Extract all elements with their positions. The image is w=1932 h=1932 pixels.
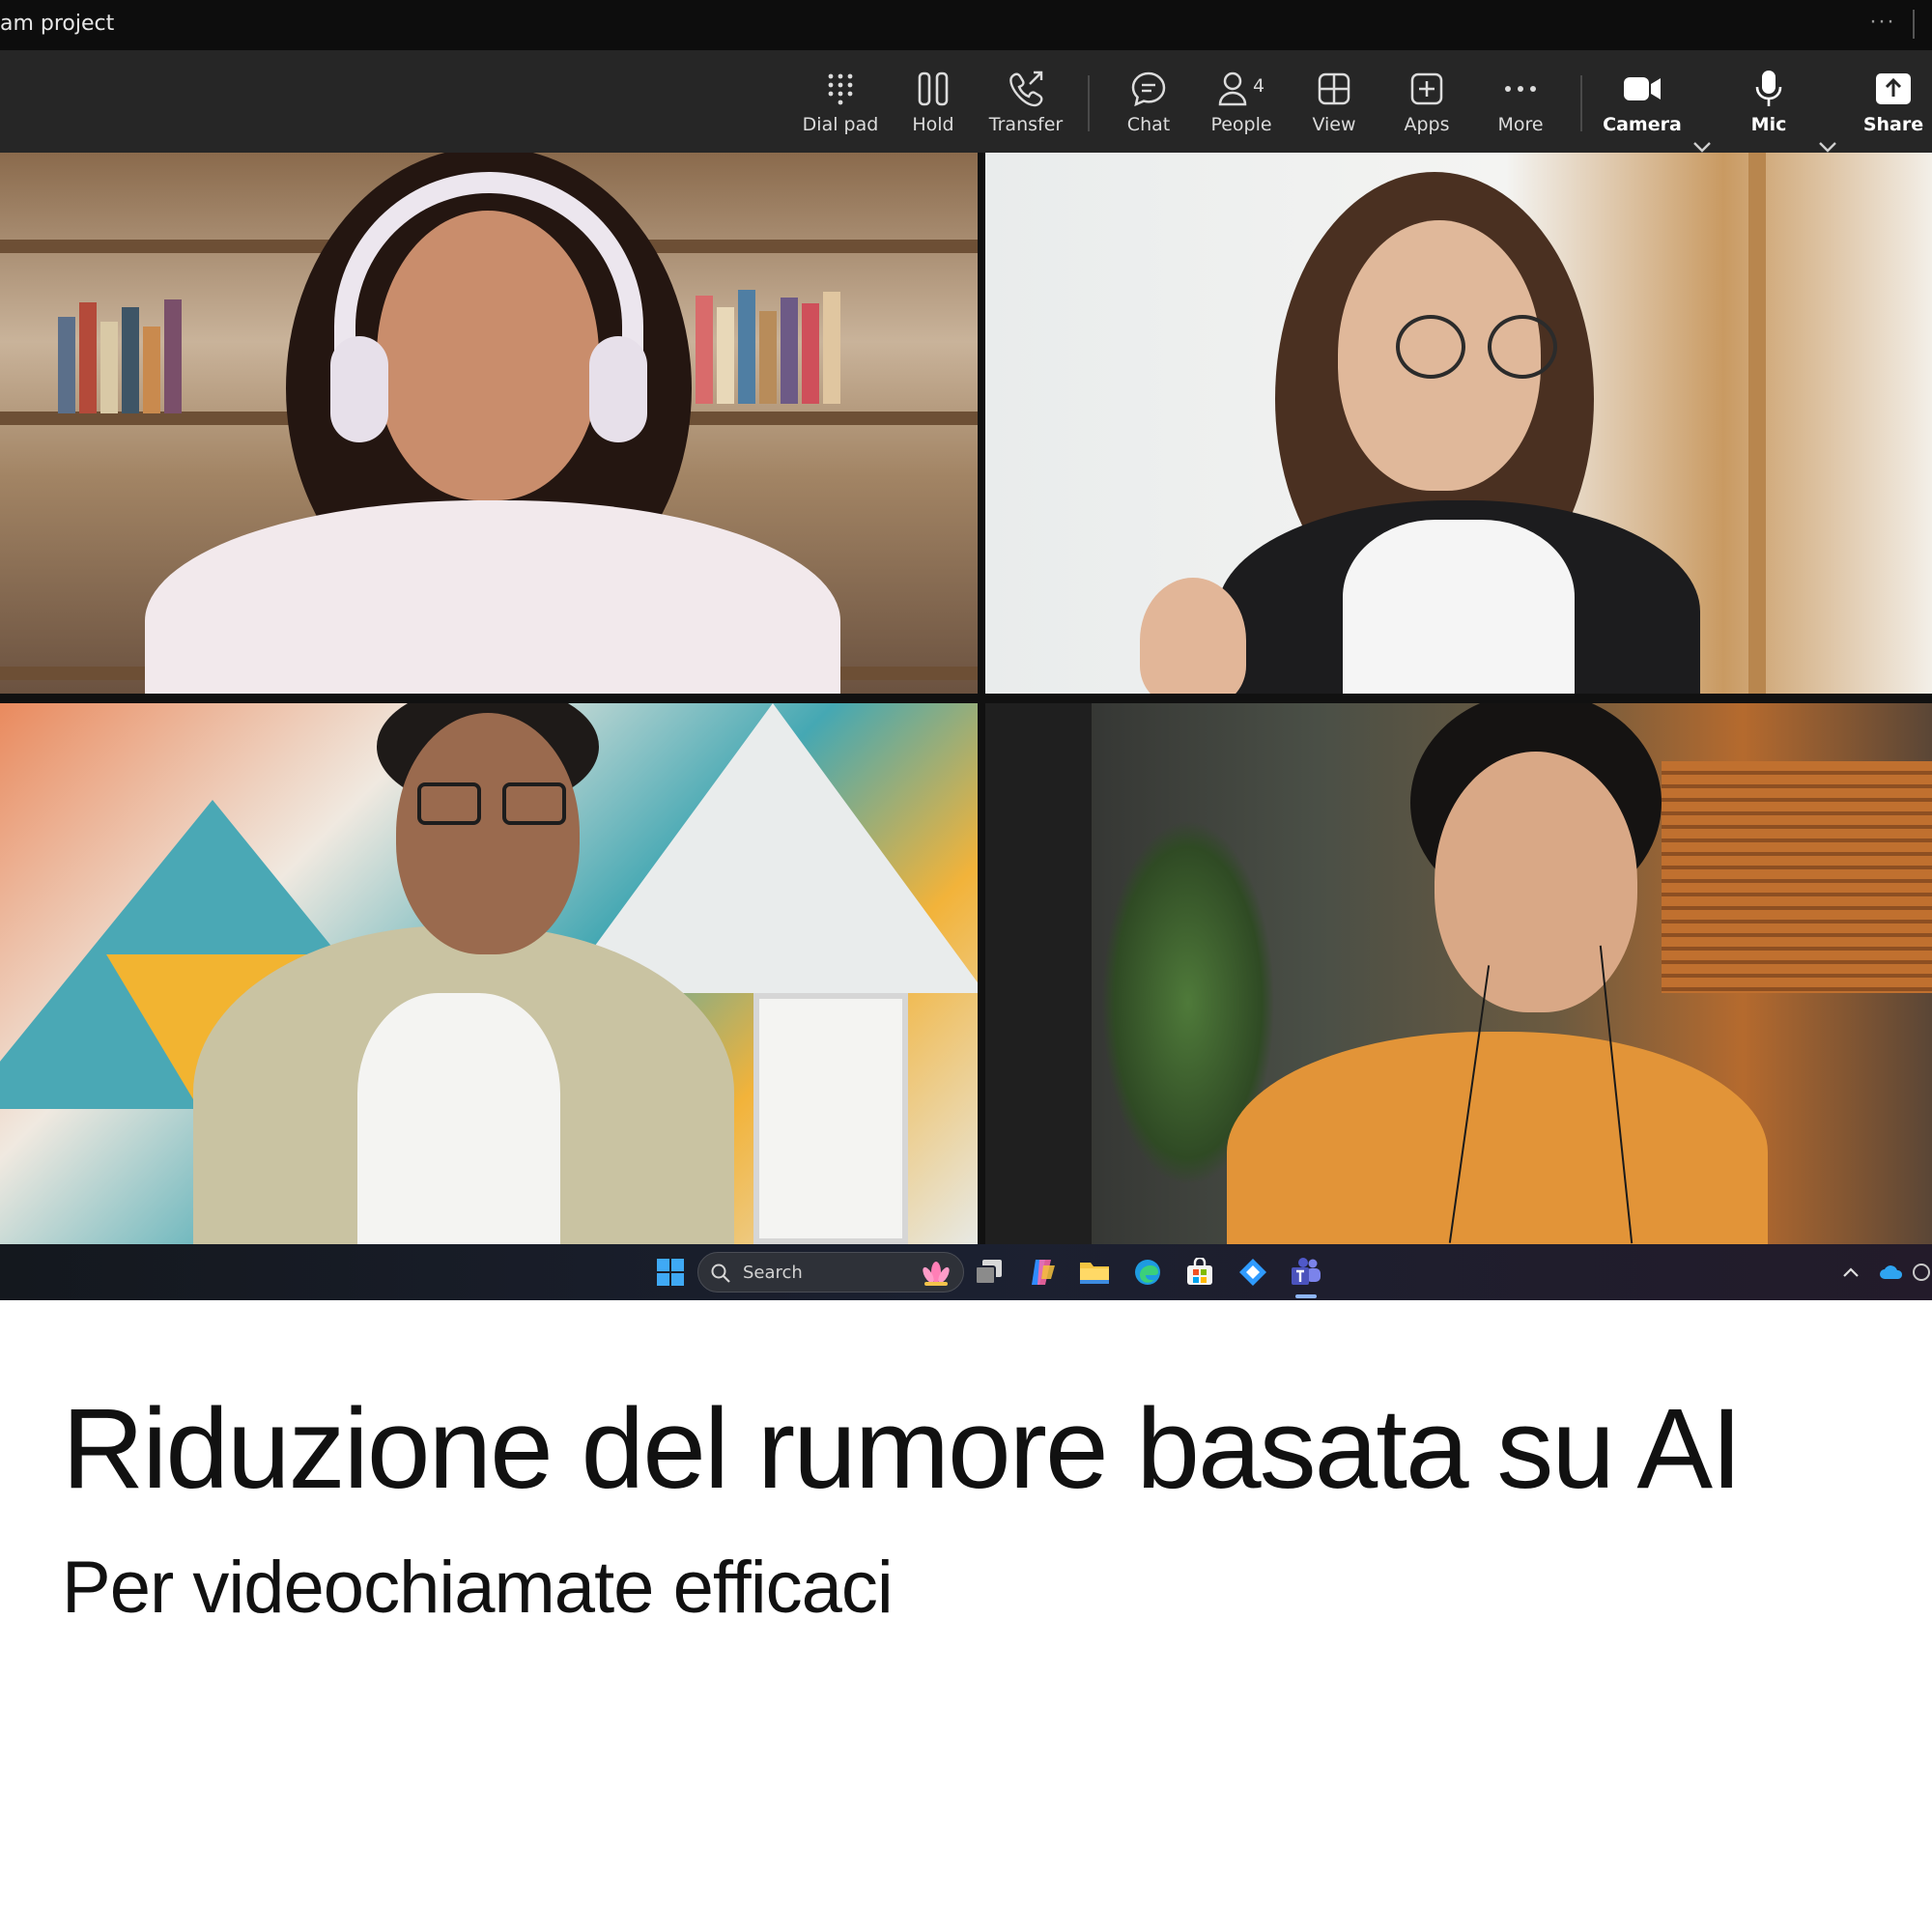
call-toolbar: Dial pad Hold Transfer Chat 4 People Vie… [0, 50, 1932, 153]
window-blinds-decoration [1662, 761, 1932, 993]
participant-torso [1227, 1032, 1768, 1244]
dial-pad-label: Dial pad [802, 114, 879, 135]
participant-face [396, 713, 580, 954]
grid-view-icon [1313, 70, 1355, 108]
camera-button[interactable]: Camera [1596, 50, 1689, 153]
chevron-up-icon[interactable] [1835, 1257, 1866, 1288]
share-button[interactable]: Share [1847, 50, 1932, 153]
file-explorer-icon[interactable] [1079, 1257, 1110, 1288]
task-view-icon[interactable] [974, 1257, 1005, 1288]
search-placeholder: Search [743, 1263, 803, 1283]
chat-button[interactable]: Chat [1102, 50, 1195, 153]
people-label: People [1210, 114, 1272, 135]
participant-video-tile[interactable] [0, 703, 978, 1244]
mic-button[interactable]: Mic [1722, 50, 1815, 153]
window-frame-decoration [1748, 153, 1766, 694]
window-more-icon[interactable]: ··· [1869, 8, 1895, 35]
headline: Riduzione del rumore basata su AI [62, 1385, 1743, 1513]
windows-start-icon[interactable] [655, 1257, 686, 1288]
active-app-indicator [1295, 1294, 1317, 1298]
people-icon: 4 [1212, 70, 1270, 108]
window-title-bar: am project ··· [0, 0, 1932, 50]
toolbar-divider [1088, 75, 1090, 131]
phone-transfer-icon [1005, 70, 1047, 108]
toolbar-divider [1580, 75, 1582, 131]
glasses-decoration [1488, 315, 1557, 379]
participant-video-tile[interactable] [985, 153, 1932, 694]
camera-label: Camera [1603, 114, 1682, 135]
system-tray-icon[interactable] [1911, 1257, 1932, 1288]
participant-video-tile[interactable] [0, 153, 978, 694]
glasses-decoration [417, 782, 481, 825]
participant-hand [1140, 578, 1246, 694]
wall-pattern-decoration [560, 703, 978, 993]
more-button[interactable]: More [1474, 50, 1567, 153]
window-title: am project [0, 12, 115, 36]
participant-torso [145, 500, 840, 694]
window-edge-divider [1913, 10, 1915, 39]
participant-shirt [1343, 520, 1575, 694]
transfer-label: Transfer [988, 114, 1064, 135]
shelf-unit-decoration [753, 993, 908, 1244]
glasses-decoration [1396, 315, 1465, 379]
more-icon [1499, 70, 1542, 108]
onedrive-icon[interactable] [1876, 1257, 1907, 1288]
lotus-icon [919, 1259, 953, 1293]
windows-taskbar: Search [0, 1244, 1932, 1300]
apps-label: Apps [1404, 114, 1450, 135]
add-app-icon [1406, 70, 1448, 108]
view-button[interactable]: View [1288, 50, 1380, 153]
headphones-decoration [589, 336, 647, 442]
edge-icon[interactable] [1132, 1257, 1163, 1288]
teams-icon[interactable] [1291, 1257, 1321, 1288]
more-label: More [1497, 114, 1544, 135]
headphones-decoration [330, 336, 388, 442]
camera-icon [1621, 70, 1663, 108]
hold-label: Hold [912, 114, 954, 135]
share-screen-icon [1872, 70, 1915, 108]
dial-pad-icon [819, 70, 862, 108]
participant-video-tile[interactable] [985, 703, 1932, 1244]
taskbar-search-box[interactable]: Search [697, 1252, 964, 1293]
people-button[interactable]: 4 People [1195, 50, 1288, 153]
chat-label: Chat [1126, 114, 1171, 135]
pause-icon [912, 70, 954, 108]
participant-shirt [357, 993, 560, 1244]
share-label: Share [1862, 114, 1924, 135]
chat-icon [1127, 70, 1170, 108]
search-icon [710, 1263, 731, 1289]
video-grid [0, 153, 1932, 1244]
copilot-icon[interactable] [1027, 1257, 1058, 1288]
glasses-decoration [502, 782, 566, 825]
curtain-decoration [985, 703, 1092, 1244]
store-icon[interactable] [1184, 1257, 1215, 1288]
people-count-badge: 4 [1252, 75, 1265, 97]
view-label: View [1312, 114, 1356, 135]
microphone-icon [1747, 70, 1790, 108]
transfer-button[interactable]: Transfer [980, 50, 1072, 153]
copilot-pin-icon[interactable] [1237, 1257, 1268, 1288]
mic-label: Mic [1750, 114, 1787, 135]
apps-button[interactable]: Apps [1380, 50, 1473, 153]
participant-face [1435, 752, 1637, 1012]
hold-button[interactable]: Hold [887, 50, 980, 153]
subheadline: Per videochiamate efficaci [62, 1547, 894, 1629]
books-decoration [696, 288, 966, 404]
dial-pad-button[interactable]: Dial pad [794, 50, 887, 153]
